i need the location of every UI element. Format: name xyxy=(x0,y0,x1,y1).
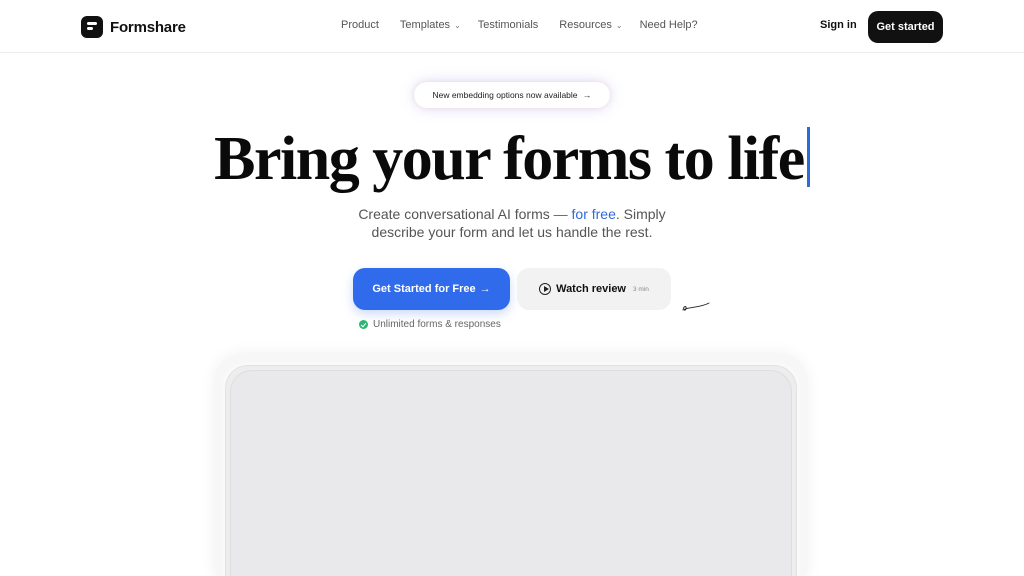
unlimited-note: Unlimited forms & responses xyxy=(359,319,501,330)
secondary-cta-label: Watch review xyxy=(556,283,626,295)
primary-cta-label: Get Started for Free xyxy=(372,283,476,295)
play-circle-icon xyxy=(539,283,552,295)
nav-item-resources[interactable]: Resources ⌄ xyxy=(559,19,622,31)
subtitle-accent: — for free xyxy=(553,206,616,222)
nav-item-label: Resources xyxy=(559,19,612,31)
nav-item-need-help[interactable]: Need Help? xyxy=(640,19,698,31)
get-started-button[interactable]: Get started xyxy=(868,11,943,43)
chevron-down-icon: ⌄ xyxy=(615,20,623,30)
nav-item-product[interactable]: Product xyxy=(341,19,379,31)
nav-links: Product Templates ⌄ Testimonials Resourc… xyxy=(341,19,698,31)
watch-review-button[interactable]: Watch review 3 min xyxy=(517,268,671,310)
subtitle-line2: describe your form and let us handle the… xyxy=(371,224,653,240)
formshare-logo-icon xyxy=(81,16,103,38)
video-duration: 3 min xyxy=(633,285,649,293)
nav-item-label: Product xyxy=(341,19,379,31)
announcement-text: New embedding options now available xyxy=(432,90,578,100)
hero-title: Bring your forms to life xyxy=(0,120,1024,198)
announcement-pill[interactable]: New embedding options now available → xyxy=(414,82,610,108)
top-nav: Formshare Product Templates ⌄ Testimonia… xyxy=(0,0,1024,53)
hero-title-text: Bring your forms to life xyxy=(214,125,805,193)
arrow-right-icon: → xyxy=(479,283,491,295)
nav-item-label: Need Help? xyxy=(639,19,698,31)
check-circle-icon xyxy=(359,320,368,329)
get-started-free-button[interactable]: Get Started for Free → xyxy=(353,268,510,310)
nav-item-testimonials[interactable]: Testimonials xyxy=(478,19,539,31)
hero-subtitle: Create conversational AI forms — for fre… xyxy=(0,205,1024,241)
chevron-down-icon: ⌄ xyxy=(454,20,461,30)
text-caret xyxy=(806,127,810,187)
nav-item-templates[interactable]: Templates ⌄ xyxy=(400,19,461,31)
nav-item-label: Templates xyxy=(399,19,451,31)
product-preview xyxy=(230,370,792,576)
nav-item-label: Testimonials xyxy=(477,19,539,31)
hand-drawn-squiggle-icon xyxy=(682,302,710,311)
subtitle-part1: Create conversational AI forms xyxy=(358,206,554,222)
brand-logo[interactable]: Formshare xyxy=(81,16,186,38)
arrow-right-icon: → xyxy=(582,90,592,100)
unlimited-note-text: Unlimited forms & responses xyxy=(373,319,501,330)
sign-in-link[interactable]: Sign in xyxy=(820,19,857,31)
brand-name: Formshare xyxy=(110,18,186,36)
subtitle-part2: . Simply xyxy=(615,206,666,222)
